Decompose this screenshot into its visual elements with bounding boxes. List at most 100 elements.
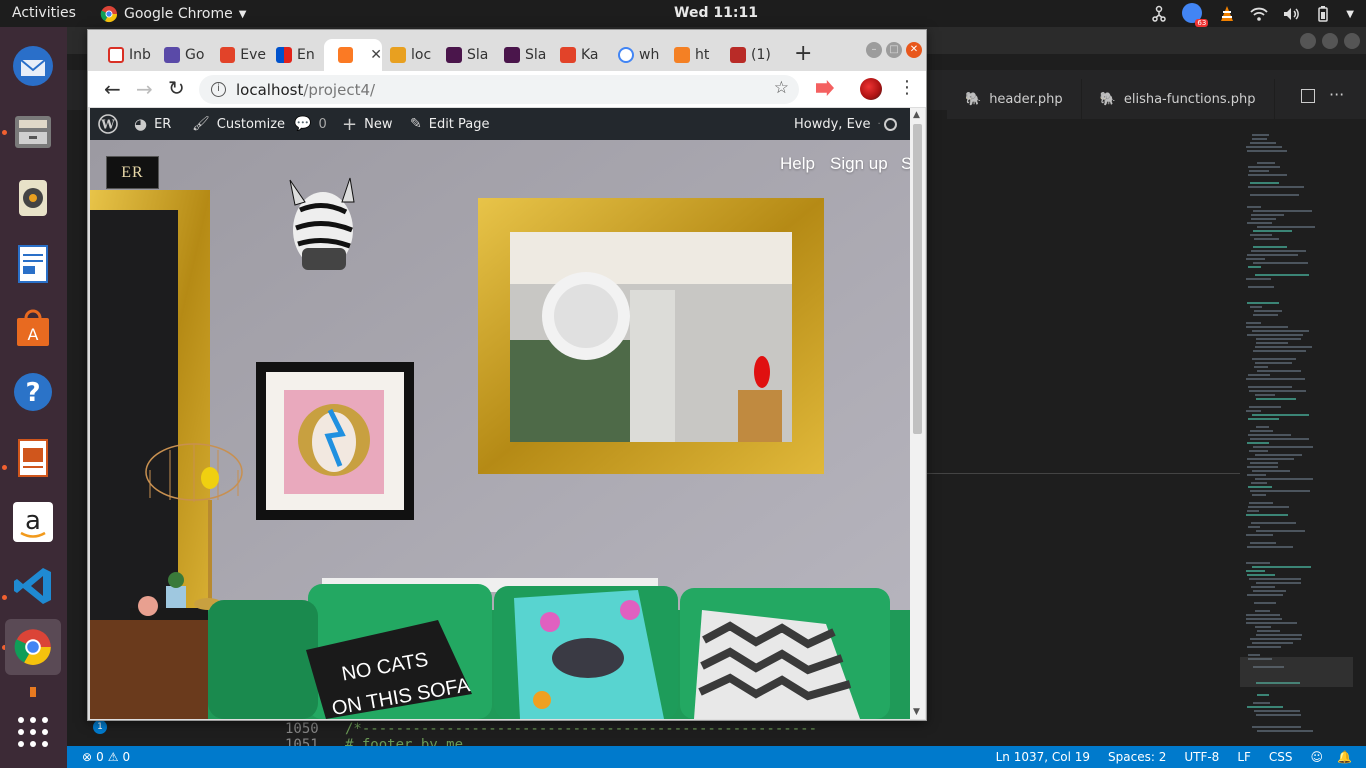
indentation[interactable]: Spaces: 2 [1108, 750, 1166, 764]
framed-print-decor [256, 362, 414, 520]
minimap-highlight [1240, 657, 1353, 687]
minimap-line [1257, 162, 1275, 164]
wp-admin-bar: W ◕ ER 🖌 Customize 💬 0 + New ✎ Edit Page… [90, 108, 910, 140]
minimap-line [1252, 470, 1290, 472]
writer-launcher[interactable] [8, 239, 58, 289]
help-launcher[interactable]: ? [8, 367, 58, 417]
chrome-menu-icon[interactable]: ⋮ [898, 77, 916, 98]
trello-icon [276, 47, 292, 63]
close-button[interactable] [1344, 33, 1360, 49]
wp-comments[interactable]: 💬 0 [294, 108, 327, 140]
network-hub-icon[interactable] [1150, 5, 1168, 23]
wp-edit-page[interactable]: ✎ Edit Page [410, 108, 490, 140]
show-applications-button[interactable] [8, 707, 58, 757]
svg-text:A: A [28, 325, 39, 344]
info-icon[interactable]: i [211, 82, 226, 97]
address-bar[interactable]: i localhost/project4/ ☆ [199, 75, 799, 104]
page-scrollbar[interactable]: ▲ ▼ [910, 108, 925, 719]
chevron-down-icon[interactable]: ▼ [1346, 9, 1354, 20]
split-editor-icon[interactable] [1301, 89, 1315, 103]
tab-trello[interactable]: En [262, 39, 322, 71]
reload-button[interactable]: ↻ [168, 76, 185, 100]
minimap-line [1257, 694, 1269, 696]
volume-icon[interactable] [1282, 5, 1300, 23]
gitlab-icon [560, 47, 576, 63]
tab-elisha-functions[interactable]: 🐘 elisha-functions.php [1082, 79, 1275, 119]
tab-header-php[interactable]: 🐘 header.php [947, 79, 1082, 119]
back-button[interactable]: ← [104, 77, 121, 101]
vlc-icon[interactable] [1218, 5, 1236, 23]
wp-logo-button[interactable]: W [98, 108, 118, 140]
wp-account[interactable]: Howdy, Eve · [794, 108, 881, 140]
forward-button[interactable]: → [136, 77, 153, 101]
site-logo[interactable]: ER [106, 156, 159, 189]
minimap-line [1246, 410, 1261, 412]
tab-gmail[interactable]: Inb [94, 39, 154, 71]
rhythmbox-launcher[interactable] [8, 173, 58, 223]
customize-label: Customize [216, 116, 286, 132]
minimap[interactable] [1240, 134, 1353, 746]
wifi-icon[interactable] [1250, 5, 1268, 23]
nav-more[interactable]: S [901, 154, 910, 174]
chrome-launcher[interactable] [5, 619, 61, 675]
minimap-line [1257, 730, 1313, 732]
lamp-icon [390, 47, 406, 63]
minimap-line [1252, 134, 1269, 136]
scroll-thumb[interactable] [913, 124, 922, 434]
new-tab-button[interactable]: + [794, 41, 812, 66]
vscode-launcher[interactable] [8, 561, 58, 611]
tab-gitlab-2[interactable]: Ka [546, 39, 606, 71]
notifications-icon[interactable]: 🔔 [1337, 750, 1352, 764]
files-launcher[interactable] [8, 107, 58, 157]
chrome-notification-icon[interactable]: 63 [1182, 3, 1209, 27]
profile-avatar[interactable] [860, 78, 882, 100]
thunderbird-launcher[interactable] [8, 41, 58, 91]
minimize-button[interactable]: – [866, 42, 882, 58]
tab-google[interactable]: wh [604, 39, 664, 71]
system-top-bar: Activities Google Chrome ▼ Wed 11:11 63 … [0, 0, 1366, 27]
minimap-line [1247, 574, 1275, 576]
tab-gitlab[interactable]: Eve [206, 39, 266, 71]
help-icon: ? [14, 373, 52, 411]
tab-localhost[interactable]: loc [376, 39, 436, 71]
svg-text:a: a [25, 506, 41, 536]
maximize-button[interactable] [1322, 33, 1338, 49]
problems-indicator[interactable]: ⊗ 0 ⚠ 0 [82, 750, 130, 764]
battery-icon[interactable] [1314, 5, 1332, 23]
language-mode[interactable]: CSS [1269, 750, 1293, 764]
wp-search[interactable] [884, 108, 897, 140]
line-number: 1050 [285, 721, 319, 737]
bookmark-star-icon[interactable]: ☆ [774, 78, 789, 98]
scroll-up-arrow[interactable]: ▲ [913, 110, 920, 120]
minimap-line [1246, 614, 1280, 616]
wp-site-name[interactable]: ◕ ER [134, 108, 171, 140]
gold-mirror-decor [478, 198, 824, 474]
more-actions-icon[interactable]: ··· [1329, 85, 1344, 104]
nav-help[interactable]: Help [780, 154, 815, 174]
impress-launcher[interactable] [8, 433, 58, 483]
close-button[interactable]: ✕ [906, 42, 922, 58]
feedback-icon[interactable]: ☺ [1311, 750, 1324, 764]
wp-new[interactable]: + New [342, 108, 392, 140]
nav-sign-up[interactable]: Sign up [830, 154, 888, 174]
maximize-button[interactable]: □ [886, 42, 902, 58]
tab-calendar[interactable]: Go [150, 39, 210, 71]
minimap-line [1253, 262, 1308, 264]
minimap-line [1255, 610, 1270, 612]
extension-icon[interactable] [816, 80, 834, 96]
warning-count: 0 [122, 750, 131, 764]
wp-customize[interactable]: 🖌 Customize [192, 108, 285, 140]
minimize-button[interactable] [1300, 33, 1316, 49]
encoding[interactable]: UTF-8 [1184, 750, 1219, 764]
tab-slack-1[interactable]: Sla [432, 39, 492, 71]
line-ending[interactable]: LF [1237, 750, 1251, 764]
software-center-launcher[interactable]: A [8, 303, 58, 353]
tab-quora[interactable]: (1) [716, 39, 776, 71]
tab-xampp-active[interactable]: ✕ [324, 39, 382, 71]
tab-slack-2[interactable]: Sla [490, 39, 550, 71]
scroll-down-arrow[interactable]: ▼ [913, 707, 920, 717]
amazon-launcher[interactable]: a [8, 497, 58, 547]
cursor-position[interactable]: Ln 1037, Col 19 [996, 750, 1090, 764]
tab-stackoverflow[interactable]: ht [660, 39, 720, 71]
minimap-line [1249, 502, 1273, 504]
